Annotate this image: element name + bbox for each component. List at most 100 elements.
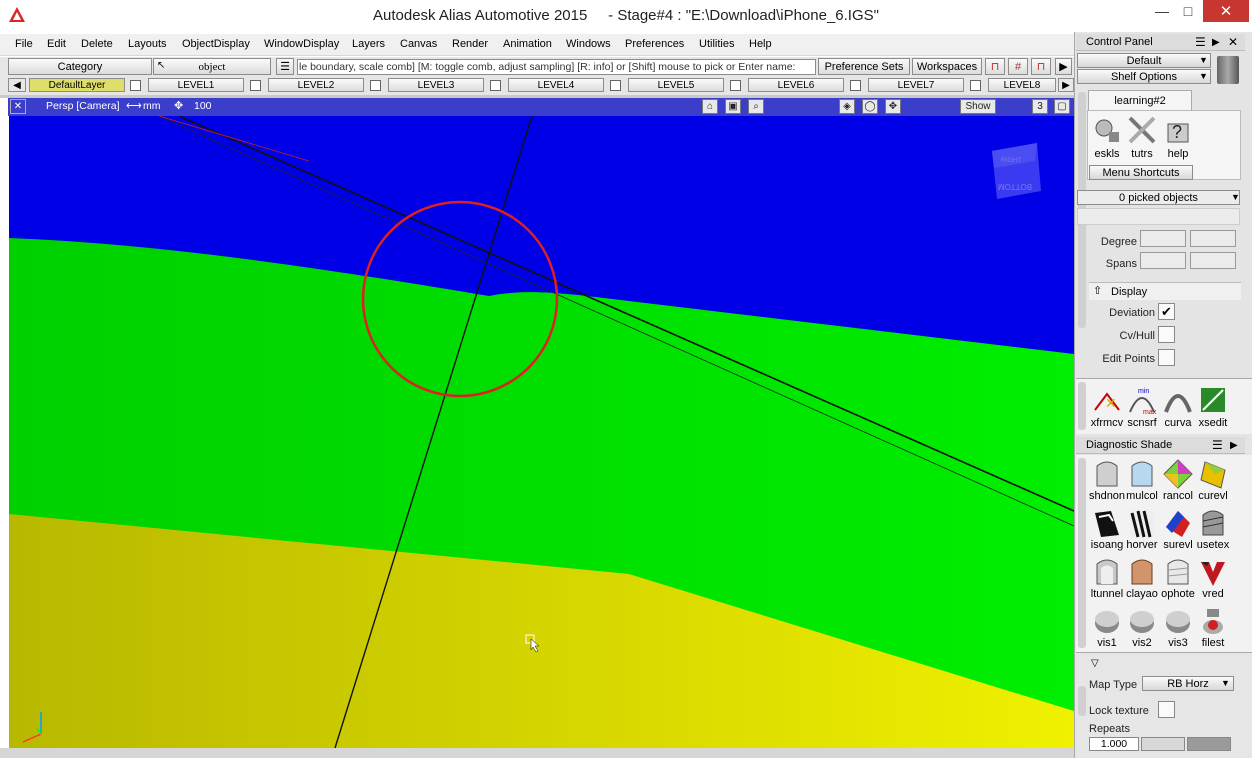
layer-level7[interactable]: LEVEL7 <box>868 78 964 92</box>
scnsrf-icon[interactable]: min max <box>1126 384 1158 416</box>
tutrs-icon[interactable] <box>1126 114 1158 146</box>
magnet-icon[interactable]: ⊓ <box>985 58 1005 75</box>
category-button[interactable]: Category <box>8 58 152 75</box>
view-number-button[interactable]: 3 <box>1032 99 1048 114</box>
tumble-icon[interactable]: ⌂ <box>702 99 718 114</box>
spans-field-1[interactable] <box>1140 252 1186 269</box>
menu-utilities[interactable]: Utilities <box>699 38 734 50</box>
grid-snap-icon[interactable]: # <box>1008 58 1028 75</box>
menu-windowdisplay[interactable]: WindowDisplay <box>264 38 339 50</box>
map-type-dropdown-icon[interactable]: ▼ <box>1221 678 1230 688</box>
layer-level8[interactable]: LEVEL8 <box>988 78 1056 92</box>
close-button[interactable]: ✕ <box>1203 0 1249 22</box>
camera-icon[interactable]: ▣ <box>725 99 741 114</box>
spans-field-2[interactable] <box>1190 252 1236 269</box>
layer-level4-checkbox[interactable] <box>610 80 621 91</box>
lock-texture-checkbox[interactable] <box>1158 701 1175 718</box>
menu-objectdisplay[interactable]: ObjectDisplay <box>182 38 250 50</box>
menu-layouts[interactable]: Layouts <box>128 38 167 50</box>
degree-field-2[interactable] <box>1190 230 1236 247</box>
layer-level1[interactable]: LEVEL1 <box>148 78 244 92</box>
pan-icon[interactable]: ✥ <box>885 99 901 114</box>
degree-field-1[interactable] <box>1140 230 1186 247</box>
viewcube-icon[interactable]: RIGHT BOTTOM <box>992 143 1041 199</box>
picked-dropdown-icon[interactable]: ▼ <box>1231 192 1240 202</box>
menu-edit[interactable]: Edit <box>47 38 66 50</box>
xfrmcv-icon[interactable]: ✕ <box>1091 384 1123 416</box>
object-name-field[interactable] <box>1077 208 1240 225</box>
scroll-right-icon[interactable]: ▶ <box>1055 58 1072 75</box>
maximize-viewport-icon[interactable]: ▢ <box>1054 99 1070 114</box>
options-scrollbar[interactable] <box>1078 686 1086 716</box>
layer-level1-checkbox[interactable] <box>250 80 261 91</box>
picked-objects-dropdown[interactable]: 0 picked objects <box>1077 190 1240 205</box>
layer-level3-checkbox[interactable] <box>490 80 501 91</box>
clayao-icon[interactable] <box>1126 556 1158 588</box>
menu-file[interactable]: File <box>15 38 33 50</box>
object-button[interactable]: ↖ object <box>153 58 271 75</box>
layer-level2[interactable]: LEVEL2 <box>268 78 364 92</box>
help-icon[interactable]: ? <box>1162 114 1194 146</box>
usetex-icon[interactable] <box>1197 507 1229 539</box>
default-preset-button[interactable]: Default <box>1077 53 1211 68</box>
cvhull-checkbox[interactable] <box>1158 326 1175 343</box>
horver-icon[interactable] <box>1126 507 1158 539</box>
layer-level5-checkbox[interactable] <box>730 80 741 91</box>
perspective-viewport[interactable]: RIGHT BOTTOM <box>9 116 1074 748</box>
preference-sets-button[interactable]: Preference Sets <box>818 58 910 75</box>
diagnostic-scrollbar[interactable] <box>1078 458 1086 648</box>
layer-level6-checkbox[interactable] <box>850 80 861 91</box>
layers-scroll-left-icon[interactable]: ◀ <box>8 78 26 92</box>
isoang-icon[interactable] <box>1091 507 1123 539</box>
panel-menu-icon[interactable]: ☰ <box>1195 35 1206 49</box>
notes-icon[interactable]: ☰ <box>276 58 294 75</box>
show-button[interactable]: Show <box>960 99 996 114</box>
editpoints-checkbox[interactable] <box>1158 349 1175 366</box>
shelf-tab-learning[interactable]: learning#2 <box>1088 90 1192 110</box>
repeats-slider-track[interactable] <box>1187 737 1231 751</box>
menu-windows[interactable]: Windows <box>566 38 611 50</box>
menu-render[interactable]: Render <box>452 38 488 50</box>
trash-icon[interactable] <box>1217 56 1239 84</box>
layer-level5[interactable]: LEVEL5 <box>628 78 724 92</box>
maximize-button[interactable]: □ <box>1174 0 1202 22</box>
layer-level2-checkbox[interactable] <box>370 80 381 91</box>
surevl-icon[interactable] <box>1162 507 1194 539</box>
layer-level4[interactable]: LEVEL4 <box>508 78 604 92</box>
default-dropdown-icon[interactable]: ▼ <box>1199 55 1208 65</box>
vis2-icon[interactable] <box>1126 605 1158 637</box>
diag-menu-icon[interactable]: ☰ <box>1212 438 1223 452</box>
menu-preferences[interactable]: Preferences <box>625 38 684 50</box>
curva-icon[interactable] <box>1162 384 1194 416</box>
shdnon-icon[interactable] <box>1091 458 1123 490</box>
menu-canvas[interactable]: Canvas <box>400 38 437 50</box>
curevl-icon[interactable] <box>1197 458 1229 490</box>
viewport-close-icon[interactable]: ✕ <box>10 99 26 114</box>
menu-delete[interactable]: Delete <box>81 38 113 50</box>
xsedit-icon[interactable] <box>1197 384 1229 416</box>
secondary-shelf-scrollbar[interactable] <box>1078 382 1086 430</box>
sphere-icon[interactable]: ◯ <box>862 99 878 114</box>
mulcol-icon[interactable] <box>1126 458 1158 490</box>
menu-layers[interactable]: Layers <box>352 38 385 50</box>
layers-scroll-right-icon[interactable]: ▶ <box>1058 78 1074 92</box>
eskls-icon[interactable] <box>1091 114 1123 146</box>
shelf-options-button[interactable]: Shelf Options <box>1077 69 1211 84</box>
deviation-checkbox[interactable]: ✔ <box>1158 303 1175 320</box>
rancol-icon[interactable] <box>1162 458 1194 490</box>
vred-icon[interactable] <box>1197 556 1229 588</box>
zoom-icon[interactable]: ⌕ <box>748 99 764 114</box>
layer-level7-checkbox[interactable] <box>970 80 981 91</box>
layer-level3[interactable]: LEVEL3 <box>388 78 484 92</box>
ophote-icon[interactable] <box>1162 556 1194 588</box>
panel-collapse-icon[interactable]: ▶ <box>1212 37 1220 48</box>
options-collapse-icon[interactable]: ▽ <box>1091 658 1099 669</box>
display-section-header[interactable]: ⇧ Display <box>1089 282 1241 300</box>
workspaces-button[interactable]: Workspaces <box>912 58 982 75</box>
repeats-field[interactable]: 1.000 <box>1089 737 1139 751</box>
vis3-icon[interactable] <box>1162 605 1194 637</box>
vis1-icon[interactable] <box>1091 605 1123 637</box>
repeats-slider[interactable] <box>1141 737 1185 751</box>
layer-level6[interactable]: LEVEL6 <box>748 78 844 92</box>
layer-default-checkbox[interactable] <box>130 80 141 91</box>
